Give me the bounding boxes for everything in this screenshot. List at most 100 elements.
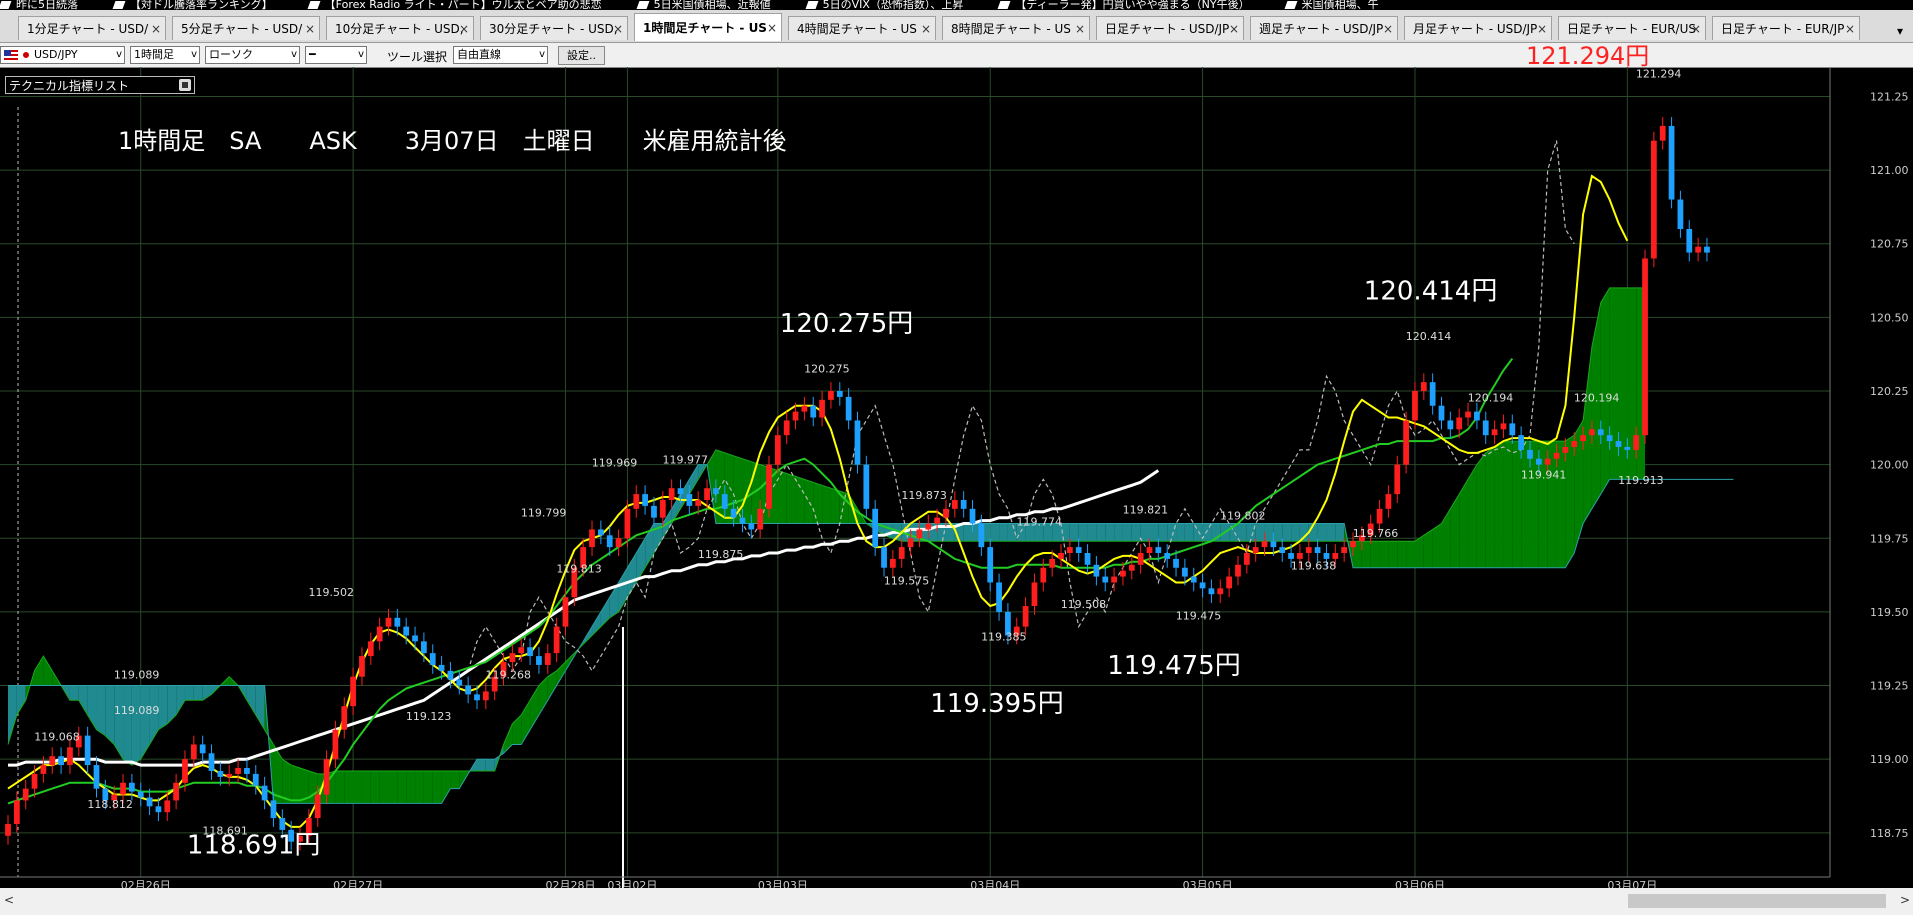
candle-body <box>934 517 940 524</box>
candle-body <box>67 747 73 766</box>
tab-label: 1分足チャート - USD/ <box>27 22 149 36</box>
close-icon[interactable]: × <box>1691 17 1701 40</box>
cloud-segment <box>1388 541 1398 568</box>
cloud-segment <box>1069 523 1079 542</box>
cloud-segment <box>158 685 168 730</box>
candle-body <box>482 691 489 701</box>
technical-indicator-list[interactable]: テクニカル指標リスト <box>5 76 195 94</box>
tab-4[interactable]: 30分足チャート - USD, × <box>480 16 628 40</box>
ticker-headline[interactable]: 米国債相場、午 <box>1284 0 1379 10</box>
tab-12[interactable]: 日足チャート - EUR/JP × <box>1712 16 1860 40</box>
cloud-segment <box>1406 541 1415 568</box>
headline-icon <box>112 1 126 9</box>
ticker-headline[interactable]: 5日米国債相場、近報値 <box>636 0 771 10</box>
candle-body <box>1615 441 1622 447</box>
candle-body <box>553 626 560 654</box>
close-icon[interactable]: × <box>921 17 931 40</box>
candle-body <box>792 411 799 421</box>
scroll-right-icon[interactable]: > <box>1900 893 1910 907</box>
chart-scrollbar[interactable]: < > <box>0 888 1913 915</box>
line-style-select[interactable]: ━ v <box>305 46 367 64</box>
drawing-tool-select[interactable]: 自由直線 v <box>453 46 548 64</box>
tab-8[interactable]: 日足チャート - USD/JP × <box>1096 16 1244 40</box>
ticker-headline[interactable]: 【ディーラー発】円買いやや強まる（NY午後） <box>997 0 1250 10</box>
y-tick-label: 119.25 <box>1870 680 1909 693</box>
timeframe-select[interactable]: 1時間足 v <box>130 46 200 64</box>
close-icon[interactable]: × <box>1229 17 1239 40</box>
candle-body <box>1022 606 1029 627</box>
candle-body <box>190 744 197 760</box>
candle-body <box>721 494 728 509</box>
x-tick-label: 02月26日 <box>121 879 171 888</box>
cloud-segment <box>1140 523 1150 542</box>
pivot-price-label: 119.813 <box>556 563 602 576</box>
tab-2[interactable]: 5分足チャート - USD/× <box>172 16 320 40</box>
cloud-segment <box>246 685 256 715</box>
ichimoku-cloud <box>7 287 1734 804</box>
tab-1[interactable]: 1分足チャート - USD/× <box>18 16 166 40</box>
tab-9[interactable]: 週足チャート - USD/JP × <box>1250 16 1398 40</box>
ticker-headline[interactable]: 【Forex Radio ライト・パート】ウル太とベア助の悲恋 <box>307 0 602 10</box>
tab-5[interactable]: 1時間足チャート - US × <box>634 13 782 41</box>
tab-7[interactable]: 8時間足チャート - US × <box>942 16 1090 40</box>
cloud-segment <box>406 770 416 804</box>
headline-icon <box>0 1 12 9</box>
chevron-down-icon: v <box>191 49 197 60</box>
candle-body <box>704 488 710 500</box>
candle-body <box>615 538 622 548</box>
scroll-thumb[interactable] <box>1628 894 1886 908</box>
candle-body <box>881 547 887 568</box>
candle-body <box>1332 553 1339 559</box>
chart-style-select[interactable]: ローソク v <box>205 46 300 64</box>
candle-body <box>1261 541 1268 548</box>
candle-body <box>960 499 967 509</box>
candle-body <box>1093 564 1100 577</box>
minimize-icon[interactable] <box>179 79 191 91</box>
candle-body <box>854 420 861 465</box>
pivot-price-label: 119.068 <box>34 730 80 743</box>
cloud-segment <box>1591 302 1601 509</box>
news-ticker[interactable]: 昨に5日続落 【対ドル騰落率ランキング】 【Forex Radio ライト・パート】… <box>0 0 1913 10</box>
close-icon[interactable]: × <box>613 17 623 40</box>
cloud-segment <box>291 765 301 804</box>
candle-body <box>1482 420 1489 436</box>
close-icon[interactable]: × <box>305 17 315 40</box>
ticker-headline[interactable]: 5日のVIX（恐怖指数）、上昇 <box>805 0 963 10</box>
close-icon[interactable]: × <box>459 17 469 40</box>
ticker-headline[interactable]: 【対ドル騰落率ランキング】 <box>112 0 273 10</box>
cloud-segment <box>813 482 823 524</box>
price-chart[interactable]: 119.068118.812119.089119.089118.691119.5… <box>0 67 1913 888</box>
y-tick-label: 121.00 <box>1870 164 1909 177</box>
candle-body <box>93 765 100 789</box>
ticker-headline[interactable]: 昨に5日続落 <box>0 0 78 10</box>
cloud-segment <box>1078 523 1088 542</box>
cloud-segment <box>441 770 451 804</box>
close-icon[interactable]: × <box>1383 17 1393 40</box>
cloud-segment <box>415 770 424 804</box>
tab-3[interactable]: 10分足チャート - USD, × <box>326 16 474 40</box>
close-icon[interactable]: × <box>151 17 161 40</box>
cloud-segment <box>423 770 433 804</box>
candle-body <box>208 753 215 771</box>
x-tick-label: 02月27日 <box>333 879 383 888</box>
tab-6[interactable]: 4時間足チャート - US × <box>788 16 936 40</box>
settings-button[interactable]: 設定.. <box>558 46 605 65</box>
date-axis: 02月26日 02月27日 02月28日 03月02日 03月03日 03月04日 03月0… <box>0 876 1830 888</box>
close-icon[interactable]: × <box>1075 17 1085 40</box>
chevron-down-icon: v <box>116 49 122 60</box>
scroll-left-icon[interactable]: < <box>4 893 14 907</box>
cloud-segment <box>1176 523 1185 542</box>
candle-body <box>987 547 994 583</box>
candle-body <box>562 597 569 627</box>
close-icon[interactable]: × <box>1845 17 1855 40</box>
candle-body <box>84 735 91 766</box>
close-icon[interactable]: × <box>767 14 777 41</box>
cloud-segment <box>184 685 194 701</box>
us-flag-icon <box>4 50 18 60</box>
cloud-segment <box>379 770 389 804</box>
x-tick-label: 03月02日 <box>607 879 657 888</box>
currency-pair-value: USD/JPY <box>34 48 78 61</box>
currency-pair-select[interactable]: USD/JPY v <box>0 46 125 64</box>
tab-list-menu-icon[interactable]: ▾ <box>1897 24 1903 38</box>
candle-body <box>1704 246 1710 253</box>
